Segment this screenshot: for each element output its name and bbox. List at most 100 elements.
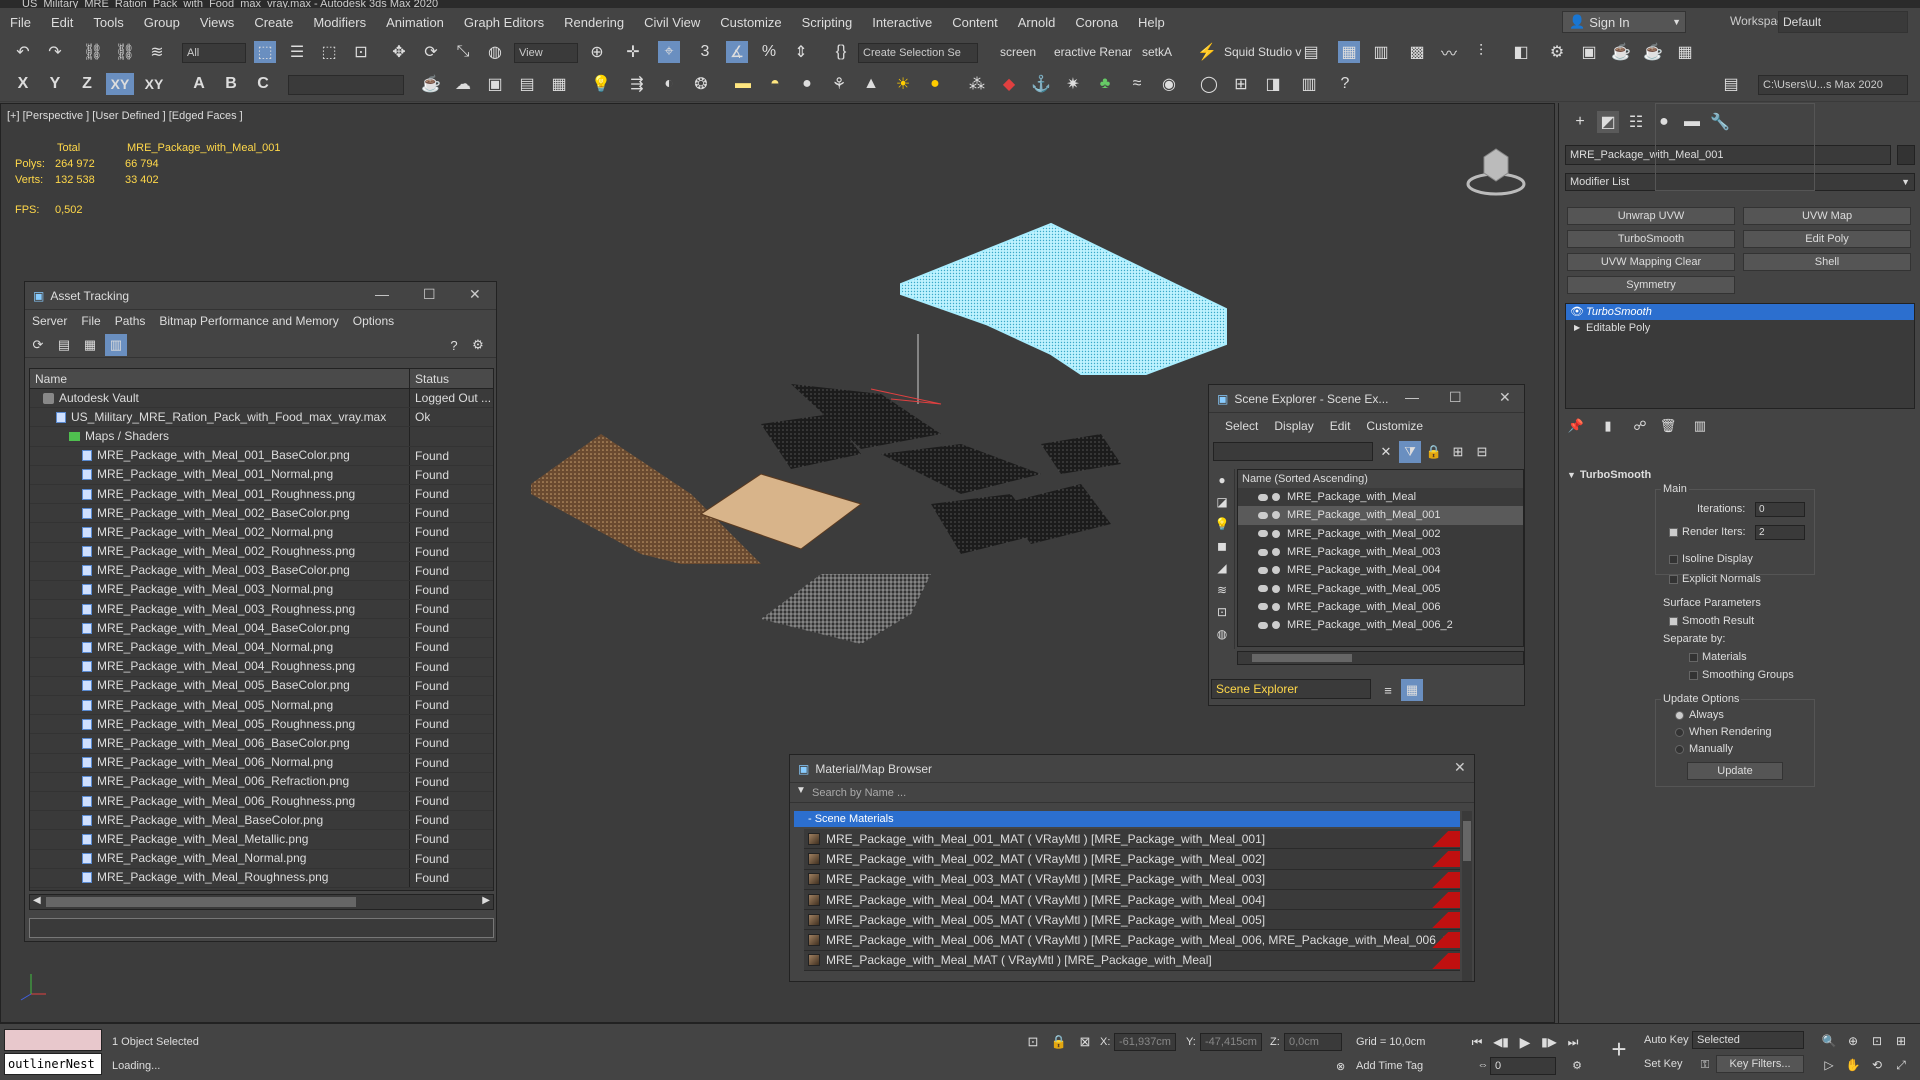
table-row[interactable]: MRE_Package_with_Meal_005_Roughness.png F… [30,715,493,735]
layers-icon[interactable]: ≡ [1377,679,1399,701]
asset-menu-file[interactable]: File [74,314,107,328]
ies-light-icon[interactable]: ▲ [860,73,882,95]
key-filters-button[interactable]: Key Filters... [1716,1055,1804,1073]
symmetry-button[interactable]: Symmetry [1567,276,1735,294]
table-row[interactable]: MRE_Package_with_Meal_Normal.png Found [30,849,493,869]
rendered-frame-window-icon[interactable]: ▣ [1578,41,1600,63]
fabric-icon[interactable]: ◉ [1158,73,1180,95]
hierarchy-icon[interactable]: ⊞ [1447,441,1469,463]
geometry-filter-icon[interactable]: ● [1211,469,1233,491]
scene-explorer-icon[interactable]: ▦ [1338,41,1360,63]
remove-modifier-icon[interactable]: 🗑 [1657,415,1679,437]
list-item[interactable]: MRE_Package_with_Meal_001 [1238,506,1523,525]
menu-item-group[interactable]: Group [134,15,190,30]
list-item[interactable]: MRE_Package_with_Meal_002 [1238,525,1523,543]
freeze-dot-icon[interactable] [1272,511,1280,520]
proxy-icon[interactable]: ❂ [690,73,712,95]
ambient-light-icon[interactable]: ● [924,73,946,95]
converter-icon[interactable]: ⊞ [1230,73,1252,95]
axis-z-button[interactable]: Z [76,73,98,95]
text-tool-icon[interactable]: A [188,73,210,95]
scene-menu-customize[interactable]: Customize [1358,419,1431,433]
refresh-icon[interactable]: ⟳ [27,334,49,356]
dark-package-mesh-6[interactable] [1041,434,1121,474]
list-item[interactable]: MRE_Package_with_Meal_003_MAT ( VRayMtl … [804,869,1460,890]
scrollbar-thumb[interactable] [46,897,356,907]
list-item[interactable]: MRE_Package_with_Meal_006 [1238,598,1523,616]
visibility-eye-icon[interactable] [1258,530,1268,538]
placement-icon[interactable]: ◍ [484,41,506,63]
list-view-icon[interactable]: ▤ [53,334,75,356]
table-row[interactable]: MRE_Package_with_Meal_002_Normal.png Foun… [30,523,493,543]
groups-filter-icon[interactable]: ⊡ [1211,601,1233,623]
orbit-icon[interactable]: ⟲ [1866,1054,1888,1076]
next-frame-icon[interactable]: ▮▶ [1538,1031,1560,1053]
search-options-icon[interactable]: ▼ [796,785,806,796]
modify-tab-icon[interactable]: ◩ [1597,111,1619,133]
unlink-icon[interactable]: ⛓ [114,41,136,63]
edit-named-selection-icon[interactable]: {} [830,41,852,63]
scene-list-header[interactable]: Name (Sorted Ascending) [1238,470,1523,488]
menu-item-modifiers[interactable]: Modifiers [303,15,376,30]
table-row[interactable]: MRE_Package_with_Meal_BaseColor.png Found [30,811,493,831]
list-item[interactable]: MRE_Package_with_Meal_MAT ( VRayMtl ) [M… [804,950,1460,972]
table-row[interactable]: Autodesk Vault Logged Out ... [30,389,493,409]
visibility-eye-icon[interactable] [1258,603,1268,611]
checkbox[interactable] [1689,652,1698,662]
visibility-eye-icon[interactable] [1258,585,1268,593]
sign-in-button[interactable]: 👤 Sign In ▼ [1562,11,1686,33]
curve-editor-icon[interactable]: 〰 [1438,41,1460,63]
radio[interactable] [1675,727,1684,737]
visibility-eye-icon[interactable] [1258,493,1268,501]
checkbox[interactable] [1669,574,1678,584]
project-path-select[interactable]: C:\Users\U...s Max 2020 [1758,75,1908,95]
material-vertical-scrollbar[interactable] [1462,811,1472,981]
viewcube[interactable] [1466,139,1526,199]
table-row[interactable]: MRE_Package_with_Meal_003_Normal.png Foun… [30,580,493,601]
bold-b-icon[interactable]: B [220,73,242,95]
table-row[interactable]: MRE_Package_with_Meal_003_Roughness.png F… [30,600,493,620]
isoline-display-checkbox[interactable]: Isoline Display [1669,553,1753,565]
bind-spacewarp-icon[interactable]: ≋ [146,41,168,63]
render-iterative-icon[interactable]: ☕ [1642,41,1664,63]
visibility-eye-icon[interactable] [1258,548,1268,556]
link-icon[interactable]: ⛓ [82,41,104,63]
merge-icon[interactable]: ⇶ [626,73,648,95]
expand-icon[interactable]: ▶ [1574,320,1580,336]
freeze-dot-icon[interactable] [1272,621,1280,630]
menu-item-graph-editors[interactable]: Graph Editors [454,15,554,30]
y-coordinate-field[interactable]: -47,415cm [1200,1033,1262,1051]
material-search-input[interactable]: Search by Name ... [790,783,1474,803]
unwrap-uvw-button[interactable]: Unwrap UVW [1567,207,1735,225]
schematic-view-icon[interactable]: ⫶ [1470,41,1492,63]
workspace-select[interactable]: Default [1778,11,1908,33]
mesh-light-icon[interactable]: ⚘ [828,73,850,95]
pan-icon[interactable]: ✋ [1842,1054,1864,1076]
scene-materials-group[interactable]: - Scene Materials [794,811,1460,827]
curve-c-icon[interactable]: C [252,73,274,95]
rect-selection-icon[interactable]: ⬚ [318,41,340,63]
select-object-icon[interactable]: ⬚ [254,41,276,63]
menu-item-scripting[interactable]: Scripting [792,15,863,30]
scrollbar-thumb[interactable] [1463,821,1471,861]
visibility-eye-icon[interactable] [1258,511,1268,519]
reference-coordinate-select[interactable]: View [514,43,578,63]
menu-item-help[interactable]: Help [1128,15,1175,30]
play-icon[interactable]: ▶ [1514,1031,1536,1053]
sphere-icon[interactable]: ● [796,73,818,95]
fur-icon[interactable]: ⁂ [966,73,988,95]
scene-menu-edit[interactable]: Edit [1322,419,1359,433]
asset-menu-server[interactable]: Server [25,314,74,328]
table-row[interactable]: MRE_Package_with_Meal_005_BaseColor.png F… [30,676,493,696]
table-row[interactable]: MRE_Package_with_Meal_001_Roughness.png F… [30,484,493,505]
auto-key-button[interactable]: Auto Key [1644,1034,1689,1046]
table-row[interactable]: MRE_Package_with_Meal_006_BaseColor.png F… [30,734,493,754]
stack-item-editable-poly[interactable]: ▶ Editable Poly [1566,320,1914,336]
stack-item-turbosmooth[interactable]: 👁 TurboSmooth [1566,304,1914,320]
scroll-right-icon[interactable]: ▶ [482,895,490,906]
scene-explorer-titlebar[interactable]: ▣ Scene Explorer - Scene Ex... [1209,385,1524,413]
menu-item-edit[interactable]: Edit [41,15,83,30]
menu-item-views[interactable]: Views [190,15,244,30]
scale-icon[interactable]: ⤡ [452,41,474,63]
iterations-spinner[interactable]: 0 [1755,502,1805,517]
